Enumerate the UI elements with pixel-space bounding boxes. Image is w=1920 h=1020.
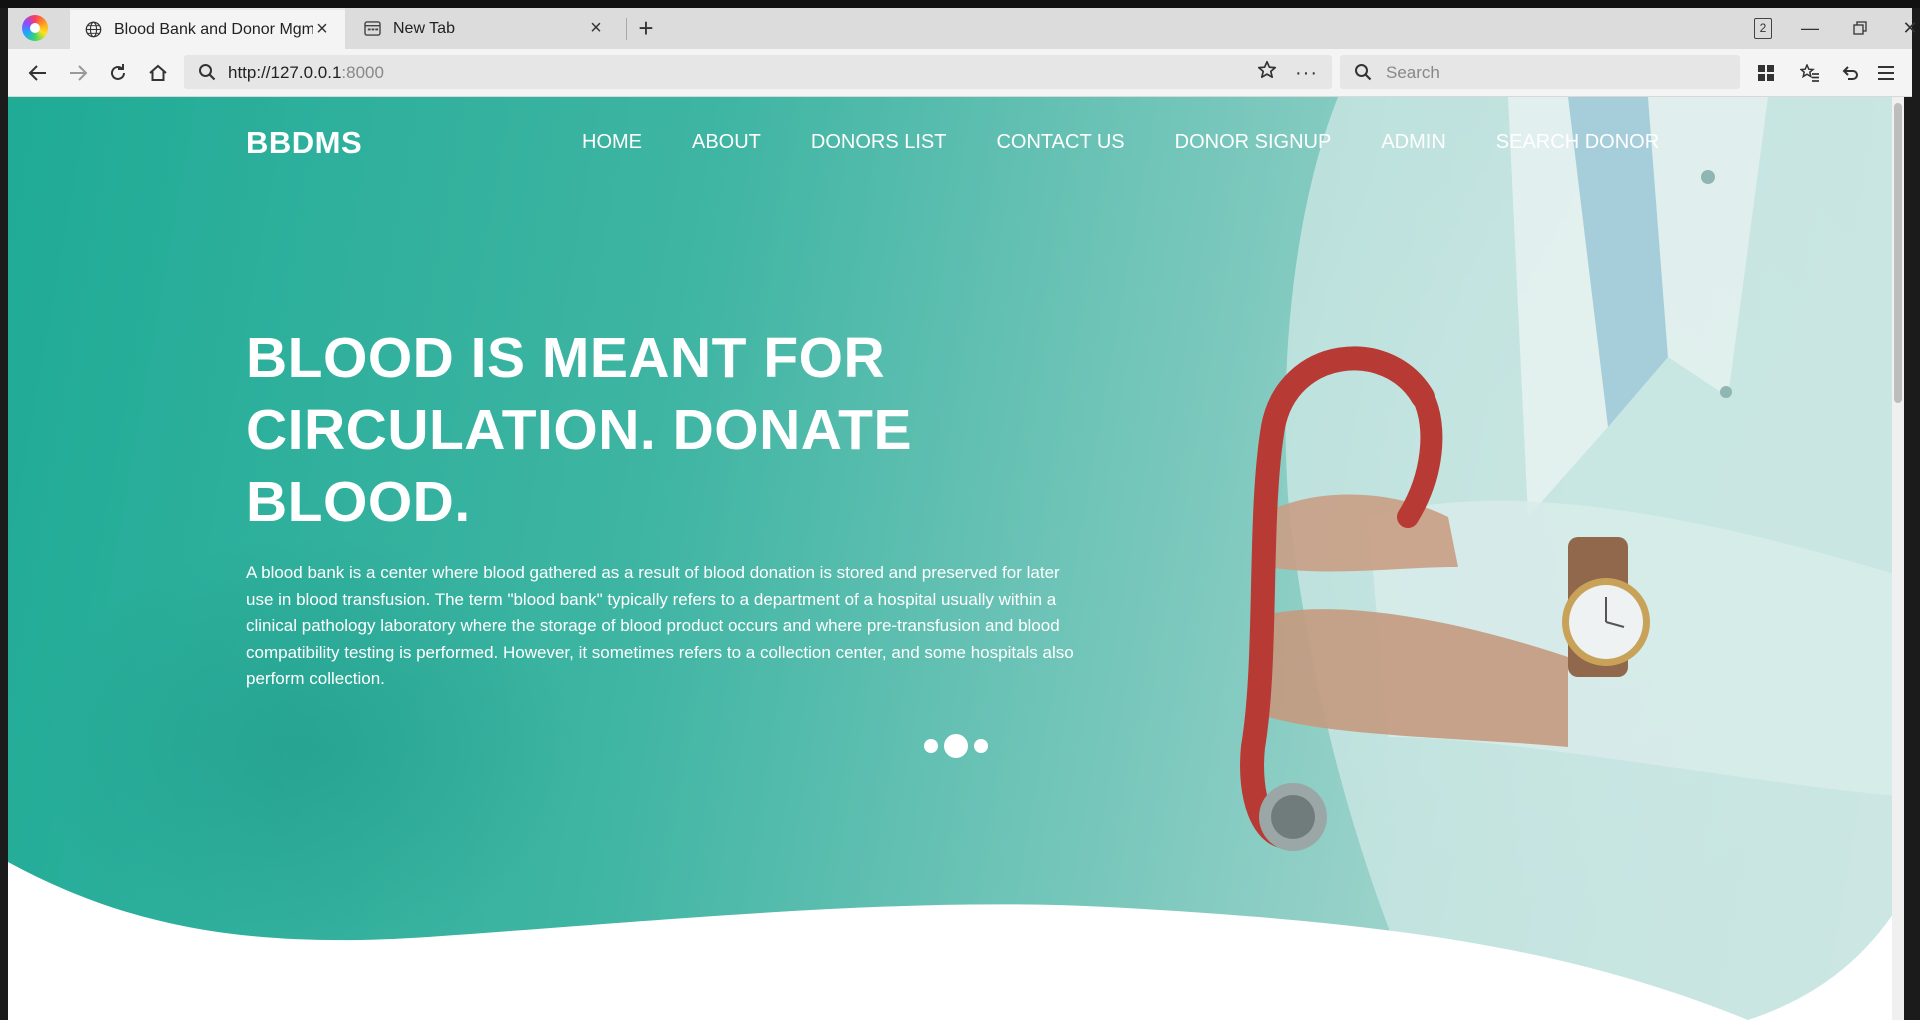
globe-icon [84, 21, 102, 39]
reload-icon[interactable] [102, 57, 134, 89]
page-scrollbar[interactable] [1892, 97, 1904, 1020]
tab-new-tab[interactable]: New Tab × [349, 8, 619, 49]
menu-contact-us[interactable]: CONTACT US [996, 131, 1124, 154]
scrollbar-thumb[interactable] [1894, 103, 1902, 403]
window-top-border [0, 0, 1920, 8]
minimize-icon[interactable]: — [1790, 12, 1830, 44]
menu-search-donor[interactable]: SEARCH DONOR [1496, 131, 1659, 154]
slider-dot[interactable] [924, 739, 938, 753]
newtab-page-icon [363, 20, 381, 38]
bookmark-star-icon[interactable] [1257, 60, 1277, 85]
new-tab-button[interactable]: + [628, 11, 664, 47]
hamburger-menu-icon[interactable] [1870, 57, 1902, 89]
hero-section: BBDMS HOME ABOUT DONORS LIST CONTACT US … [8, 97, 1904, 1020]
slider-dot-active[interactable] [944, 734, 968, 758]
search-input[interactable] [1384, 60, 1718, 86]
address-bar[interactable]: http://127.0.0.1:8000 ··· [184, 55, 1332, 89]
close-window-icon[interactable]: ✕ [1890, 12, 1920, 44]
url-port: :8000 [341, 63, 384, 82]
search-bar[interactable] [1340, 55, 1740, 89]
tab-title: New Tab [393, 19, 455, 37]
menu-donors-list[interactable]: DONORS LIST [811, 131, 947, 154]
apps-grid-icon[interactable] [1750, 57, 1782, 89]
back-arrow-icon[interactable] [22, 57, 54, 89]
close-tab-icon[interactable]: × [313, 18, 331, 41]
search-icon [198, 63, 216, 86]
main-menu: HOME ABOUT DONORS LIST CONTACT US DONOR … [582, 131, 1659, 154]
menu-admin[interactable]: ADMIN [1381, 131, 1445, 154]
slider-dots [924, 734, 988, 758]
slider-dot[interactable] [974, 739, 988, 753]
menu-donor-signup[interactable]: DONOR SIGNUP [1175, 131, 1332, 154]
restore-window-icon[interactable] [1840, 12, 1880, 44]
search-icon [1354, 63, 1372, 86]
menu-about[interactable]: ABOUT [692, 131, 761, 154]
navigation-toolbar: http://127.0.0.1:8000 ··· [8, 49, 1912, 97]
tab-blood-bank[interactable]: Blood Bank and Donor Mgmt × [70, 8, 345, 49]
tab-separator [626, 18, 627, 40]
site-brand[interactable]: BBDMS [246, 125, 362, 161]
url-actions: ··· [1257, 60, 1318, 85]
tab-strip: Blood Bank and Donor Mgmt × New Tab × + … [8, 8, 1918, 49]
page-actions-icon[interactable]: ··· [1295, 63, 1318, 83]
favorites-list-icon[interactable] [1794, 57, 1826, 89]
hero-description: A blood bank is a center where blood gat… [246, 563, 1074, 688]
url-host: http://127.0.0.1 [228, 63, 342, 82]
page-viewport: BBDMS HOME ABOUT DONORS LIST CONTACT US … [8, 97, 1904, 1020]
close-tab-icon[interactable]: × [587, 17, 605, 40]
forward-arrow-icon[interactable] [62, 57, 94, 89]
tab-count-badge[interactable]: 2 [1754, 18, 1772, 39]
undo-icon[interactable] [1834, 57, 1866, 89]
menu-home[interactable]: HOME [582, 131, 642, 154]
tab-title: Blood Bank and Donor Mgmt [114, 20, 313, 38]
hero-headline: BLOOD IS MEANT FOR CIRCULATION. DONATE B… [246, 326, 913, 534]
hero-wave-divider [8, 862, 1904, 1020]
home-icon[interactable] [142, 57, 174, 89]
browser-logo-icon[interactable] [22, 15, 48, 41]
url-text[interactable]: http://127.0.0.1:8000 [228, 63, 384, 83]
